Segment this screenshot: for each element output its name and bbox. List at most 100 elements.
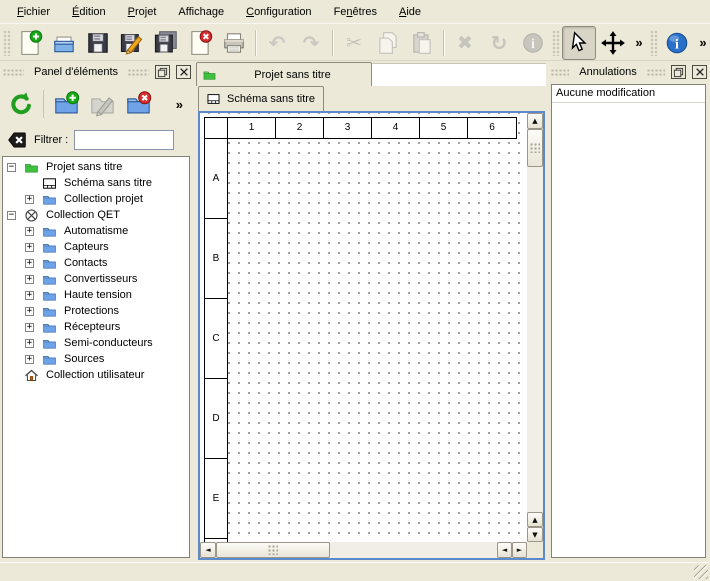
- ruler-rows: ABCDE: [204, 139, 228, 542]
- horizontal-scroll-slider[interactable]: [216, 542, 330, 558]
- toolbar-overflow-button[interactable]: »: [630, 28, 648, 58]
- move-tool-button[interactable]: [596, 26, 630, 60]
- new-category-button[interactable]: [50, 88, 82, 120]
- expander-minus[interactable]: −: [7, 163, 16, 172]
- delete-category-button[interactable]: [122, 88, 154, 120]
- vertical-scrollbar[interactable]: ▲ ▲ ▼: [527, 113, 543, 542]
- about-info-button[interactable]: i: [660, 26, 694, 60]
- filter-row: Filtrer :: [0, 126, 194, 154]
- diagram-canvas[interactable]: 123456 ABCDE: [200, 113, 527, 542]
- elements-panel-titlebar[interactable]: Panel d'éléments: [0, 62, 194, 82]
- new-document-button[interactable]: [13, 26, 47, 60]
- close-document-button[interactable]: [183, 26, 217, 60]
- dock-handle-texture: [128, 69, 149, 76]
- close-panel-button[interactable]: [692, 65, 707, 79]
- menu-configuration[interactable]: Configuration: [235, 3, 322, 21]
- tree-item-capteurs[interactable]: + Capteurs: [3, 239, 189, 255]
- paste-icon: [409, 30, 435, 56]
- toolbar-handle[interactable]: [3, 30, 11, 56]
- undo-button[interactable]: ↶: [260, 26, 294, 60]
- float-panel-button[interactable]: [155, 65, 170, 79]
- expander-plus[interactable]: +: [25, 339, 34, 348]
- expander-plus[interactable]: +: [25, 259, 34, 268]
- toolbar-overflow-button[interactable]: »: [176, 97, 189, 112]
- toolbar-handle[interactable]: [650, 30, 658, 56]
- ruler-row-c: C: [205, 299, 227, 379]
- reload-button[interactable]: [5, 88, 37, 120]
- undo-history-list[interactable]: Aucune modification: [551, 84, 706, 558]
- copy-button[interactable]: [371, 26, 405, 60]
- expander-plus[interactable]: +: [25, 355, 34, 364]
- expander-plus[interactable]: +: [25, 195, 34, 204]
- expander-minus[interactable]: −: [7, 211, 16, 220]
- save-as-button[interactable]: [115, 26, 149, 60]
- tree-item-semi-conducteurs[interactable]: +Semi-conducteurs: [3, 335, 189, 351]
- scroll-left-button[interactable]: ◄: [200, 542, 216, 558]
- main-toolbar: ↶↷✂✖↻i»i»: [0, 25, 710, 61]
- tab-project[interactable]: Projet sans titre: [196, 62, 372, 86]
- tree-item-label: Automatisme: [64, 225, 128, 237]
- tree-item-collection-projet[interactable]: + Collection projet: [3, 191, 189, 207]
- menu-dition[interactable]: Édition: [61, 3, 117, 21]
- scroll-left-button-right[interactable]: ◄: [497, 542, 512, 558]
- tree-item-convertisseurs[interactable]: +Convertisseurs: [3, 271, 189, 287]
- scroll-up-button-bottom[interactable]: ▲: [527, 512, 543, 527]
- expander-plus[interactable]: +: [25, 307, 34, 316]
- resize-grip[interactable]: [694, 565, 708, 579]
- save-button[interactable]: [81, 26, 115, 60]
- tree-item-sch-ma-sans-titre[interactable]: Schéma sans titre: [3, 175, 189, 191]
- tab-schema[interactable]: Schéma sans titre: [198, 86, 324, 111]
- folder-icon: [40, 288, 59, 303]
- expander-plus[interactable]: +: [25, 291, 34, 300]
- expander-plus[interactable]: +: [25, 243, 34, 252]
- tree-item-haute-tension[interactable]: +Haute tension: [3, 287, 189, 303]
- redo-button[interactable]: ↷: [294, 26, 328, 60]
- menu-projet[interactable]: Projet: [117, 3, 168, 21]
- rotate-button[interactable]: ↻: [482, 26, 516, 60]
- expander-plus[interactable]: +: [25, 275, 34, 284]
- open-document-button[interactable]: [47, 26, 81, 60]
- tree-item-protections[interactable]: +Protections: [3, 303, 189, 319]
- undo-list-item[interactable]: Aucune modification: [552, 85, 705, 103]
- menu-aide[interactable]: Aide: [388, 3, 432, 21]
- print-button[interactable]: [217, 26, 251, 60]
- save-all-button[interactable]: [149, 26, 183, 60]
- tree-item-collection-utilisateur[interactable]: Collection utilisateur: [3, 367, 189, 383]
- tree-item-contacts[interactable]: +Contacts: [3, 255, 189, 271]
- undo-panel-titlebar[interactable]: Annulations: [548, 62, 710, 82]
- select-tool-button[interactable]: [562, 26, 596, 60]
- tree-item-r-cepteurs[interactable]: +Récepteurs: [3, 319, 189, 335]
- copy-icon: [375, 30, 401, 56]
- project-tab-label: Projet sans titre: [218, 69, 367, 81]
- toolbar-overflow-button[interactable]: »: [694, 28, 710, 58]
- edit-category-button[interactable]: [86, 88, 118, 120]
- diagram-view: 123456 ABCDE ▲ ▲ ▼ ◄ ◄ ►: [198, 111, 545, 560]
- close-panel-button[interactable]: [176, 65, 191, 79]
- menu-fichier[interactable]: Fichier: [6, 3, 61, 21]
- tree-item-label: Capteurs: [64, 241, 109, 253]
- cut-button[interactable]: ✂: [337, 26, 371, 60]
- toolbar-handle[interactable]: [552, 30, 560, 56]
- save-all-icon: [153, 30, 179, 56]
- new-document-icon: [17, 30, 43, 56]
- float-panel-button[interactable]: [671, 65, 686, 79]
- delete-button[interactable]: ✖: [448, 26, 482, 60]
- tree-item-projet-sans-titre[interactable]: −Projet sans titre: [3, 159, 189, 175]
- element-info-button[interactable]: i: [516, 26, 550, 60]
- scroll-down-button[interactable]: ▼: [527, 527, 543, 542]
- scroll-up-button[interactable]: ▲: [527, 113, 543, 129]
- scroll-right-button[interactable]: ►: [512, 542, 527, 558]
- filter-clear-button[interactable]: [6, 130, 28, 150]
- menu-fen-tres[interactable]: Fenêtres: [323, 3, 388, 21]
- expander-plus[interactable]: +: [25, 227, 34, 236]
- horizontal-scrollbar[interactable]: ◄ ◄ ►: [200, 542, 527, 558]
- paste-button[interactable]: [405, 26, 439, 60]
- menu-affichage[interactable]: Affichage: [167, 3, 235, 21]
- vertical-scroll-slider[interactable]: [527, 129, 543, 167]
- tree-item-sources[interactable]: +Sources: [3, 351, 189, 367]
- tree-item-automatisme[interactable]: + Automatisme: [3, 223, 189, 239]
- tree-item-label: Collection projet: [64, 193, 143, 205]
- tree-item-collection-qet[interactable]: −Collection QET: [3, 207, 189, 223]
- filter-input[interactable]: [74, 130, 174, 150]
- expander-plus[interactable]: +: [25, 323, 34, 332]
